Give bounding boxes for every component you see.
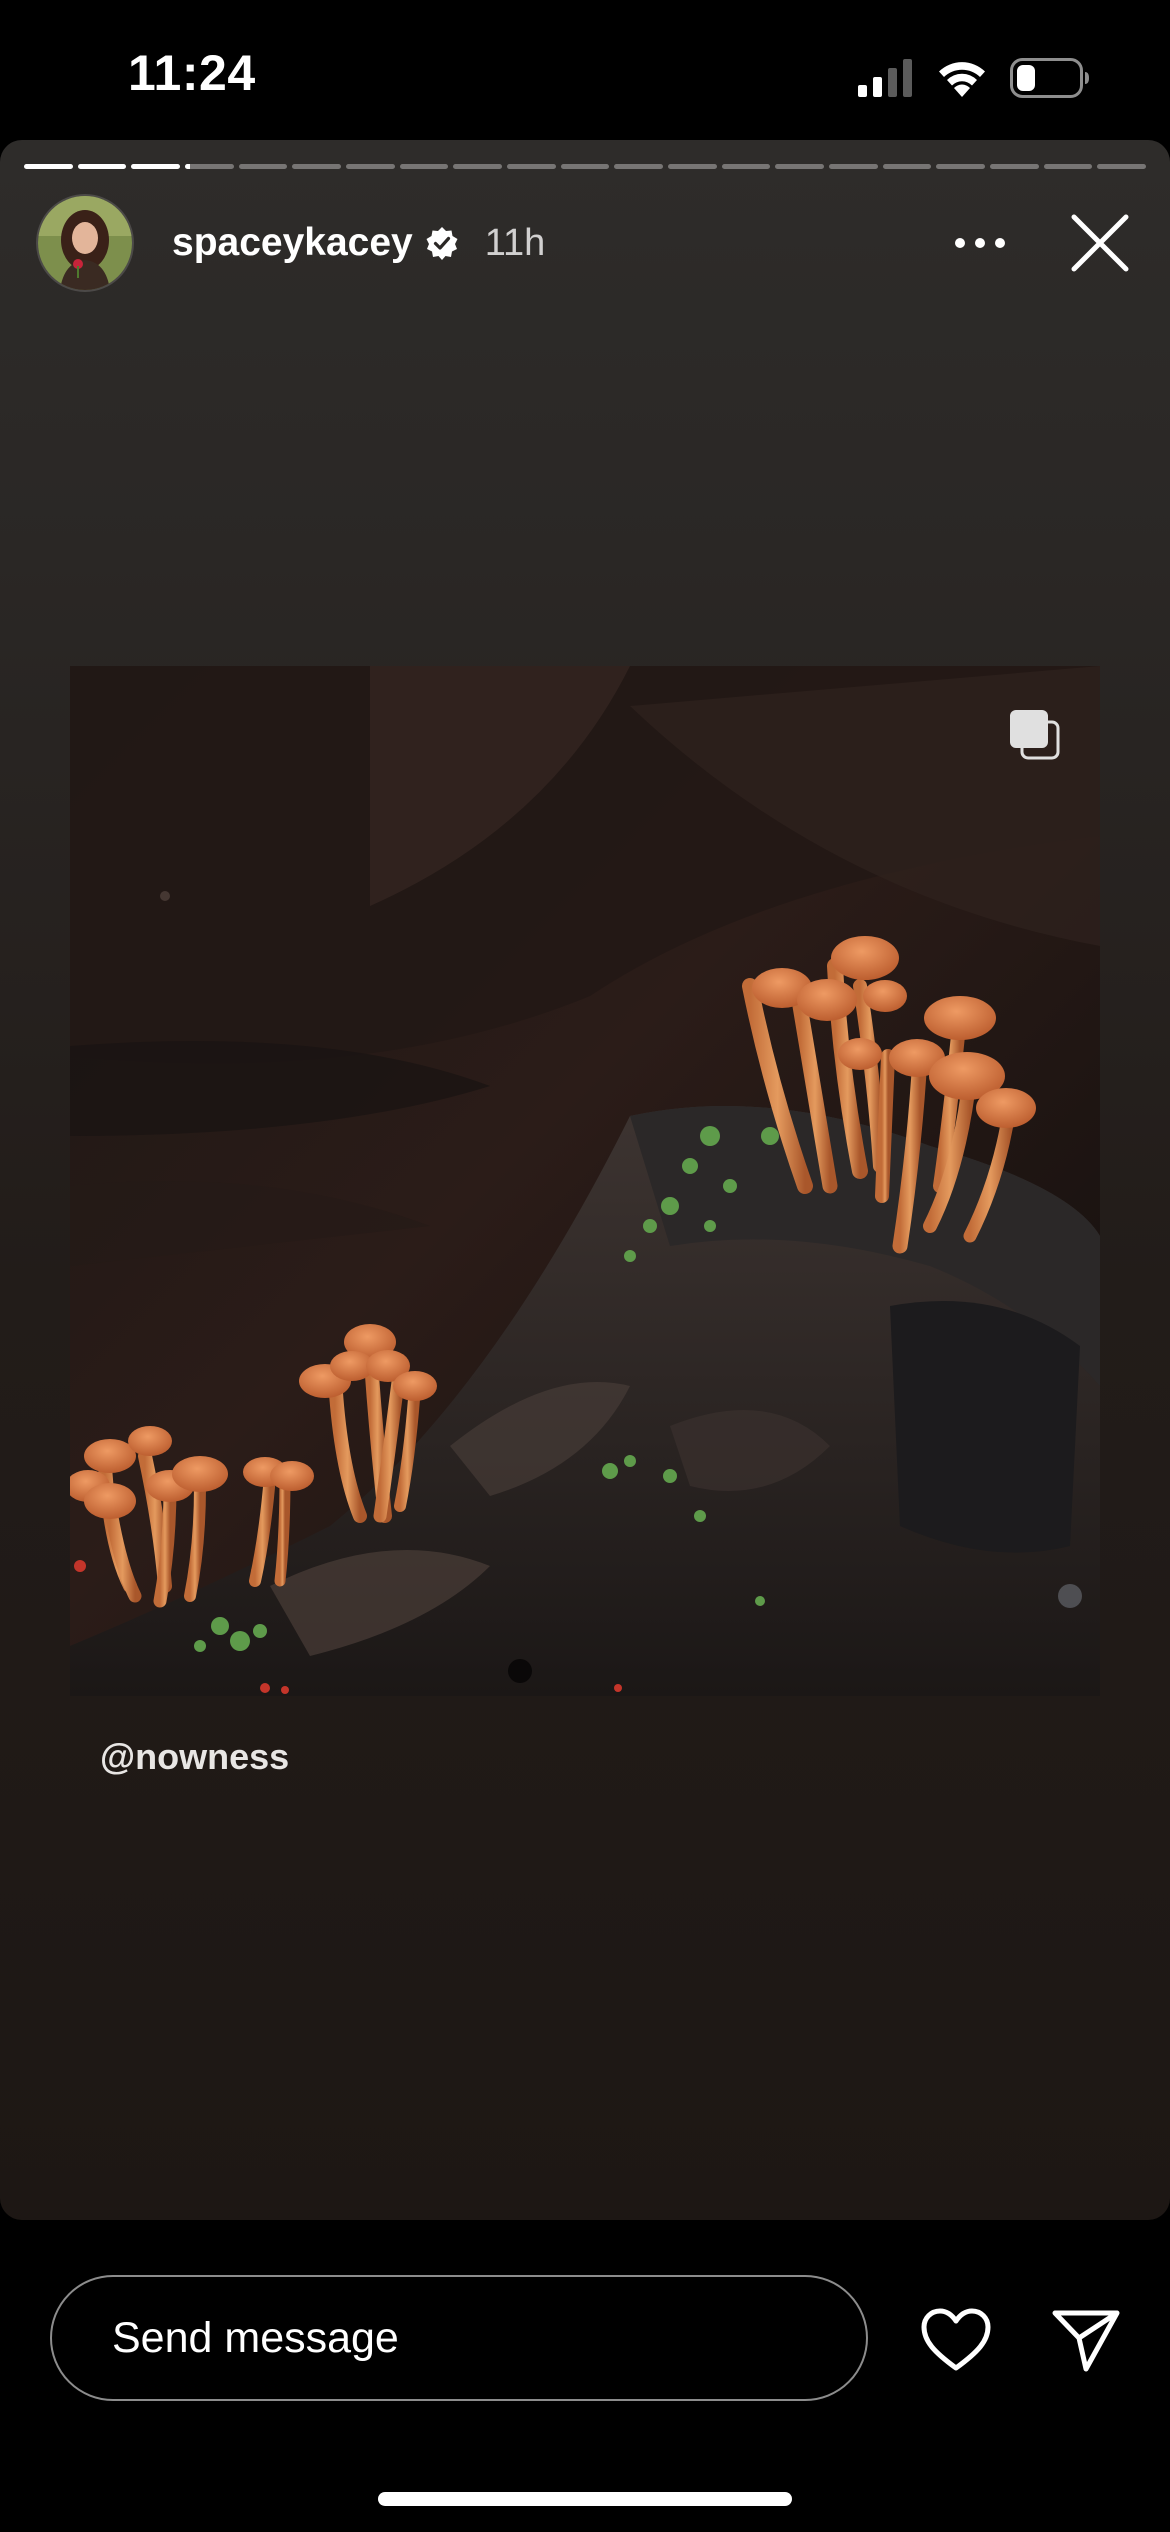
close-button[interactable] <box>1060 203 1140 283</box>
progress-segment <box>614 164 664 169</box>
avatar[interactable] <box>36 194 134 292</box>
cellular-signal-icon <box>858 59 912 97</box>
progress-segment <box>185 164 234 169</box>
progress-segment <box>829 164 878 169</box>
mention-sticker[interactable]: @nowness <box>100 1736 289 1778</box>
progress-segment <box>453 164 503 169</box>
shared-post-image[interactable] <box>70 666 1100 1696</box>
home-indicator[interactable] <box>378 2492 792 2506</box>
send-message-input[interactable] <box>50 2275 868 2401</box>
story-progress-bar <box>24 164 1147 169</box>
progress-segment <box>77 164 127 169</box>
progress-segment <box>775 164 825 169</box>
progress-segment <box>882 164 932 169</box>
progress-segment <box>238 164 288 169</box>
more-horizontal-icon <box>955 238 1005 248</box>
progress-segment <box>668 164 717 169</box>
multiple-images-icon <box>1010 710 1060 760</box>
send-icon <box>1052 2310 1120 2372</box>
heart-icon <box>921 2308 991 2371</box>
progress-segment <box>507 164 556 169</box>
close-icon <box>1071 214 1129 272</box>
story-header: spaceykacey 11h <box>36 194 1140 292</box>
verified-badge-icon <box>425 226 459 260</box>
story-timestamp: 11h <box>484 221 546 264</box>
send-story-button[interactable] <box>1046 2300 1126 2380</box>
status-time: 11:24 <box>128 45 256 101</box>
progress-segment <box>24 164 73 169</box>
status-icons <box>858 56 1090 100</box>
battery-icon <box>1010 58 1089 98</box>
more-options-button[interactable] <box>940 203 1020 283</box>
progress-segment <box>346 164 395 169</box>
progress-segment <box>560 164 610 169</box>
story-viewer[interactable]: spaceykacey 11h @nowness <box>0 140 1170 2220</box>
progress-segment <box>131 164 181 169</box>
progress-segment <box>399 164 449 169</box>
story-username[interactable]: spaceykacey <box>172 221 413 265</box>
progress-segment <box>721 164 771 169</box>
progress-segment <box>1097 164 1147 169</box>
like-button[interactable] <box>916 2300 996 2380</box>
progress-segment <box>990 164 1039 169</box>
status-bar: 11:24 <box>0 0 1170 140</box>
wifi-icon <box>939 62 985 97</box>
progress-segment <box>936 164 986 169</box>
progress-segment <box>292 164 342 169</box>
reply-bar <box>0 2220 1170 2532</box>
progress-segment <box>1043 164 1093 169</box>
